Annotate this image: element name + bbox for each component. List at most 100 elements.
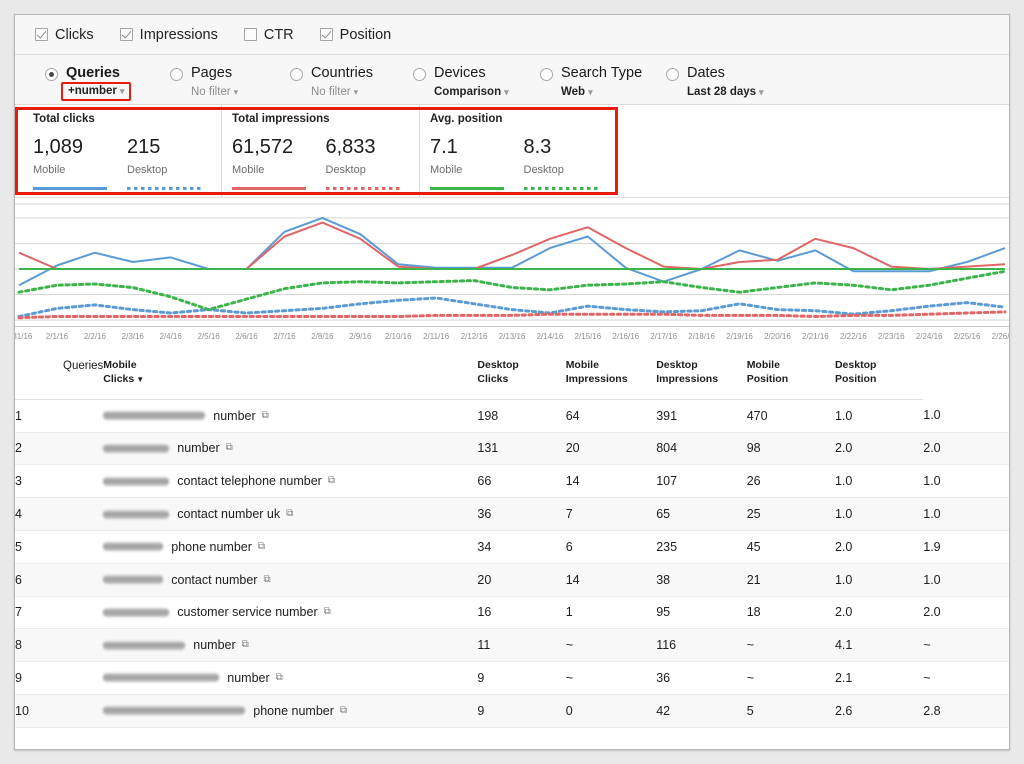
- chevron-down-icon[interactable]: ▾: [120, 86, 125, 96]
- external-link-icon[interactable]: ⧉: [226, 443, 233, 453]
- dimension-pages[interactable]: Pages No filter ▾: [170, 65, 238, 98]
- column-header-desktop-impressions[interactable]: Desktop Impressions: [656, 349, 747, 400]
- chevron-down-icon[interactable]: ▾: [234, 87, 239, 97]
- x-axis-tick-label: 2/11/16: [423, 332, 450, 341]
- query-cell: number ⧉: [103, 399, 478, 433]
- row-index: 3: [15, 464, 104, 499]
- summary-cards-region: Total clicks 1,089 Mobile 215 Desktop Total i…: [15, 105, 1009, 197]
- table-row[interactable]: 2 number ⧉ 131 20 804 98 2.0 2.0: [15, 432, 1009, 466]
- metric-checkbox-clicks[interactable]: Clicks: [35, 27, 94, 43]
- table-row[interactable]: 7 customer service number ⧉ 16 1 95 18 2.0 2.0: [15, 596, 1009, 630]
- radio-empty-icon[interactable]: [413, 68, 426, 81]
- x-axis-tick-label: 2/7/16: [273, 332, 296, 341]
- dimension-devices[interactable]: Devices Comparison ▾: [413, 65, 509, 98]
- dimension-filter-dropdown[interactable]: Last 28 days ▾: [687, 86, 764, 98]
- checkbox-empty-icon[interactable]: [243, 28, 257, 41]
- external-link-icon[interactable]: ⧉: [263, 574, 270, 585]
- redacted-query-text: [103, 706, 246, 716]
- row-index: 2: [15, 432, 104, 466]
- column-header-queries[interactable]: Queries: [15, 349, 104, 400]
- x-axis-tick-label: 2/25/16: [953, 332, 981, 341]
- checkbox-checked-icon[interactable]: [35, 28, 48, 41]
- redacted-query-text: [103, 575, 164, 585]
- checkbox-checked-icon[interactable]: [319, 28, 333, 41]
- radio-empty-icon[interactable]: [170, 68, 183, 81]
- radio-empty-icon[interactable]: [666, 68, 679, 81]
- dimension-countries[interactable]: Countries No filter ▾: [290, 65, 373, 98]
- table-row[interactable]: 1 number ⧉ 198 64 391 470 1.0 1.0: [15, 399, 1009, 433]
- radio-empty-icon[interactable]: [290, 68, 303, 81]
- dimension-queries[interactable]: Queries +number ▾: [45, 65, 132, 101]
- table-row[interactable]: 6 contact number ⧉ 20 14 38 21 1.0 1.0: [15, 563, 1009, 597]
- dimension-filter-dropdown[interactable]: Comparison ▾: [434, 86, 509, 98]
- table-row[interactable]: 10 phone number ⧉ 9 0 42 5 2.6 2.8: [15, 694, 1009, 728]
- chevron-down-icon[interactable]: ▾: [588, 87, 593, 97]
- x-axis-tick-label: 2/2/16: [83, 332, 106, 341]
- cell-desktop-position: 2.0: [923, 596, 1009, 630]
- external-link-icon[interactable]: ⧉: [258, 541, 265, 552]
- dimension-filter-value: No filter: [311, 86, 351, 98]
- cell-mobile-clicks: 9: [477, 661, 566, 695]
- external-link-icon[interactable]: ⧉: [340, 705, 347, 716]
- external-link-icon[interactable]: ⧉: [286, 509, 293, 519]
- cell-desktop-position: 1.0: [923, 399, 1009, 433]
- external-link-icon[interactable]: ⧉: [242, 640, 249, 650]
- chevron-down-icon[interactable]: ▾: [504, 87, 509, 97]
- table-row[interactable]: 5 phone number ⧉ 34 6 235 45 2.0 1.9: [15, 530, 1009, 564]
- column-header-mobile-clicks[interactable]: Mobile Clicks ▼: [103, 349, 478, 400]
- x-axis-tick-label: 2/17/16: [650, 332, 678, 341]
- dimension-filter-value: No filter: [191, 86, 231, 98]
- dimension-dates[interactable]: Dates Last 28 days ▾: [666, 65, 764, 98]
- dimension-search-type[interactable]: Search Type Web ▾: [540, 65, 642, 98]
- metric-checkbox-row: Clicks Impressions CTR Position: [15, 15, 1009, 55]
- radio-empty-icon[interactable]: [540, 68, 553, 81]
- dimension-filter-dropdown[interactable]: Web ▾: [561, 86, 642, 98]
- search-console-report-page: Clicks Impressions CTR Position Queries +num…: [0, 0, 1024, 764]
- table-row[interactable]: 8 number ⧉ 11 ~116 ~4.1 ~: [15, 628, 1009, 663]
- chevron-down-icon[interactable]: ▾: [759, 87, 764, 97]
- redacted-query-text: [103, 509, 170, 519]
- column-header-mobile-position[interactable]: Mobile Position: [746, 349, 835, 400]
- redacted-query-text: [103, 542, 164, 552]
- metric-checkbox-impressions[interactable]: Impressions: [119, 27, 218, 43]
- summary-card-device-label: Desktop: [523, 164, 564, 176]
- row-index: 7: [15, 596, 104, 630]
- column-header-line2: Clicks: [477, 373, 565, 387]
- external-link-icon[interactable]: ⧉: [276, 672, 283, 683]
- cell-mobile-impressions: 36: [656, 661, 747, 695]
- column-header-desktop-position[interactable]: Desktop Position: [834, 349, 924, 400]
- summary-card-value: 7.1: [430, 136, 458, 158]
- chevron-down-icon[interactable]: ▾: [354, 87, 359, 97]
- table-row[interactable]: 9 number ⧉ 9 ~36 ~2.1 ~: [15, 661, 1009, 695]
- dimension-filter-dropdown[interactable]: No filter ▾: [311, 86, 373, 98]
- external-link-icon[interactable]: ⧉: [262, 410, 269, 421]
- table-row[interactable]: 4 contact number uk ⧉ 36 7 65 25 1.0 1.0: [15, 497, 1009, 531]
- summary-card-value: 215: [127, 136, 161, 158]
- query-cell: customer service number ⧉: [103, 596, 478, 630]
- cell-mobile-position: 2.0: [834, 530, 924, 564]
- metric-checkbox-position[interactable]: Position: [319, 27, 391, 43]
- metric-checkbox-ctr[interactable]: CTR: [243, 27, 294, 43]
- dimension-filter-dropdown[interactable]: +number ▾: [61, 82, 132, 101]
- sort-descending-icon[interactable]: ▼: [136, 375, 144, 384]
- dimension-filter-dropdown[interactable]: No filter ▾: [191, 86, 238, 98]
- row-index: 6: [15, 563, 104, 597]
- checkbox-checked-icon[interactable]: [119, 28, 133, 41]
- external-link-icon[interactable]: ⧉: [328, 476, 335, 486]
- column-header-line2-label: Impressions: [656, 372, 719, 385]
- column-header-line2-label: Clicks: [477, 372, 509, 385]
- cell-desktop-clicks: 64: [565, 399, 657, 433]
- cell-mobile-position: 2.1: [834, 661, 924, 695]
- dimension-filter-value: Comparison: [434, 86, 502, 98]
- summary-card-desktop-column: 215 Desktop: [127, 137, 221, 190]
- x-axis-tick-label: 2/9/16: [349, 332, 372, 341]
- cell-mobile-clicks: 9: [477, 694, 566, 728]
- external-link-icon[interactable]: ⧉: [324, 607, 331, 617]
- column-header-desktop-clicks[interactable]: Desktop Clicks: [477, 349, 566, 400]
- x-axis-tick-label: 2/6/16: [235, 332, 258, 341]
- radio-selected-icon[interactable]: [45, 68, 58, 81]
- column-header-mobile-impressions[interactable]: Mobile Impressions: [565, 349, 657, 400]
- table-row[interactable]: 3 contact telephone number ⧉ 66 14 107 26 1.0 1.…: [15, 464, 1009, 499]
- cell-mobile-position: 1.0: [834, 563, 924, 597]
- query-cell: number ⧉: [103, 661, 478, 695]
